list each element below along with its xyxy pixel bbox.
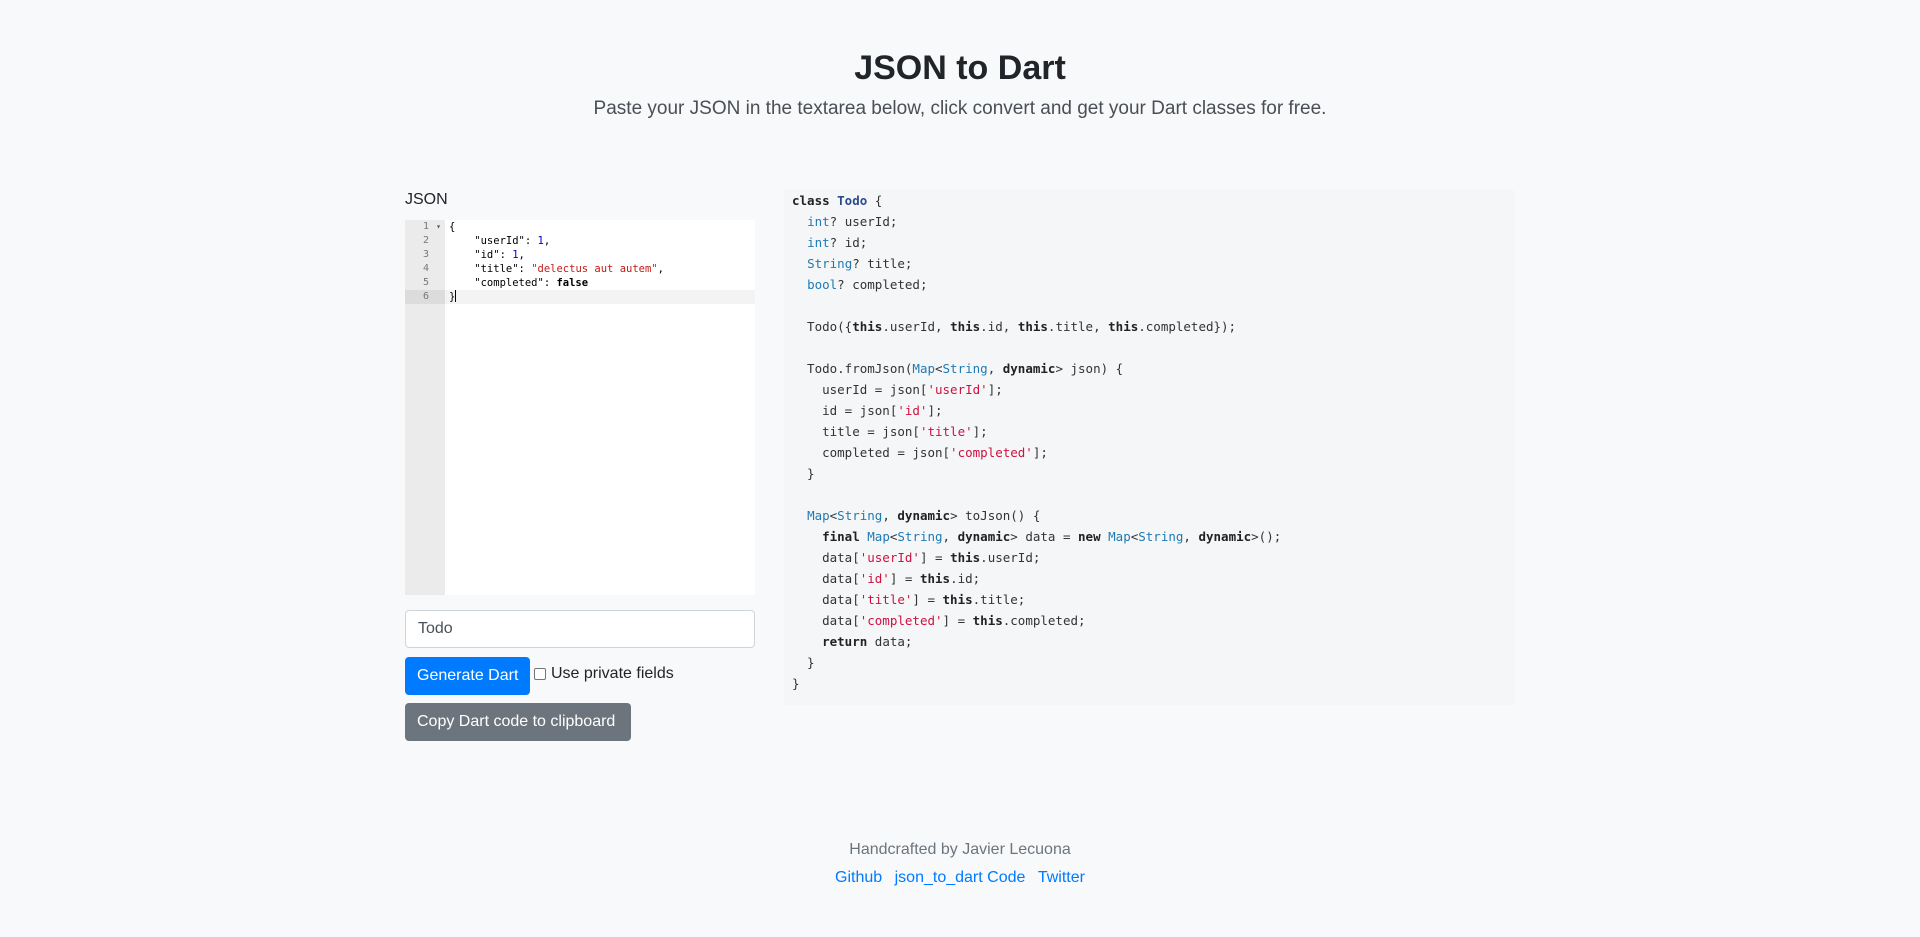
- json-label: JSON: [405, 191, 448, 208]
- code-line: title = json['title'];: [792, 424, 988, 439]
- code-line: bool? completed;: [807, 277, 928, 292]
- json-editor[interactable]: 1 ▾ 2 3 4 5 6 { "userId": 1, "id": 1, "title":…: [405, 220, 755, 595]
- class-name-input[interactable]: Todo: [405, 610, 755, 648]
- code-line: class Todo {: [792, 193, 883, 208]
- line-number: 3: [422, 249, 429, 260]
- editor-line: "id": 1,: [449, 249, 525, 261]
- private-fields-label[interactable]: Use private fields: [551, 665, 674, 683]
- code-line: }: [792, 466, 815, 481]
- page-title: JSON to Dart: [854, 49, 1066, 87]
- dart-output: class Todo { int? userId; int? id; Strin…: [784, 190, 1514, 705]
- code-line: final Map<String, dynamic> data = new Ma…: [822, 529, 1282, 544]
- code-line: return data;: [822, 634, 913, 649]
- editor-line: "completed": false: [449, 277, 589, 289]
- twitter-link[interactable]: Twitter: [1038, 869, 1085, 886]
- text-cursor: [455, 290, 457, 302]
- class-name-value: Todo: [418, 620, 453, 637]
- code-line: completed = json['completed'];: [792, 445, 1048, 460]
- copy-to-clipboard-button[interactable]: Copy Dart code to clipboard: [405, 703, 631, 741]
- line-number: 5: [422, 277, 429, 288]
- github-link[interactable]: Github: [835, 869, 882, 886]
- footer-credit: Handcrafted by Javier Lecuona: [849, 841, 1071, 858]
- code-line: Todo({this.userId, this.id, this.title, …: [792, 319, 1237, 334]
- editor-content[interactable]: { "userId": 1, "id": 1, "title": "delect…: [445, 220, 755, 304]
- code-line: data['id'] = this.id;: [792, 571, 981, 586]
- private-fields-option[interactable]: Use private fields: [534, 664, 674, 684]
- line-number: 2: [422, 235, 429, 246]
- line-number: 6: [405, 290, 445, 304]
- code-line: int? id;: [807, 235, 868, 250]
- code-line: Todo.fromJson(Map<String, dynamic> json)…: [792, 361, 1124, 376]
- code-line: userId = json['userId'];: [792, 382, 1003, 397]
- code-line: id = json['id'];: [792, 403, 943, 418]
- code-line: data['completed'] = this.completed;: [792, 613, 1086, 628]
- private-fields-checkbox[interactable]: [534, 668, 546, 680]
- code-line: }: [792, 655, 815, 670]
- editor-line: {: [449, 221, 456, 233]
- editor-gutter: 1 ▾ 2 3 4 5 6: [405, 220, 445, 595]
- editor-line: "userId": 1,: [449, 235, 551, 247]
- code-line: data['title'] = this.title;: [792, 592, 1026, 607]
- code-line: String? title;: [807, 256, 913, 271]
- line-number: 1 ▾: [422, 220, 441, 234]
- code-line: data['userId'] = this.userId;: [792, 550, 1041, 565]
- json-to-dart-code-link[interactable]: json_to_dart Code: [895, 869, 1026, 886]
- code-line: }: [792, 676, 800, 691]
- generate-dart-button[interactable]: Generate Dart: [405, 657, 530, 695]
- fold-arrow-icon[interactable]: ▾: [436, 220, 441, 234]
- code-line: int? userId;: [807, 214, 898, 229]
- page-subtitle: Paste your JSON in the textarea below, c…: [593, 98, 1327, 119]
- line-number: 4: [422, 263, 429, 274]
- footer-links: Github json_to_dart Code Twitter: [0, 868, 1920, 888]
- editor-line: "title": "delectus aut autem",: [449, 263, 664, 275]
- editor-line: }: [445, 290, 755, 304]
- code-line: Map<String, dynamic> toJson() {: [807, 508, 1041, 523]
